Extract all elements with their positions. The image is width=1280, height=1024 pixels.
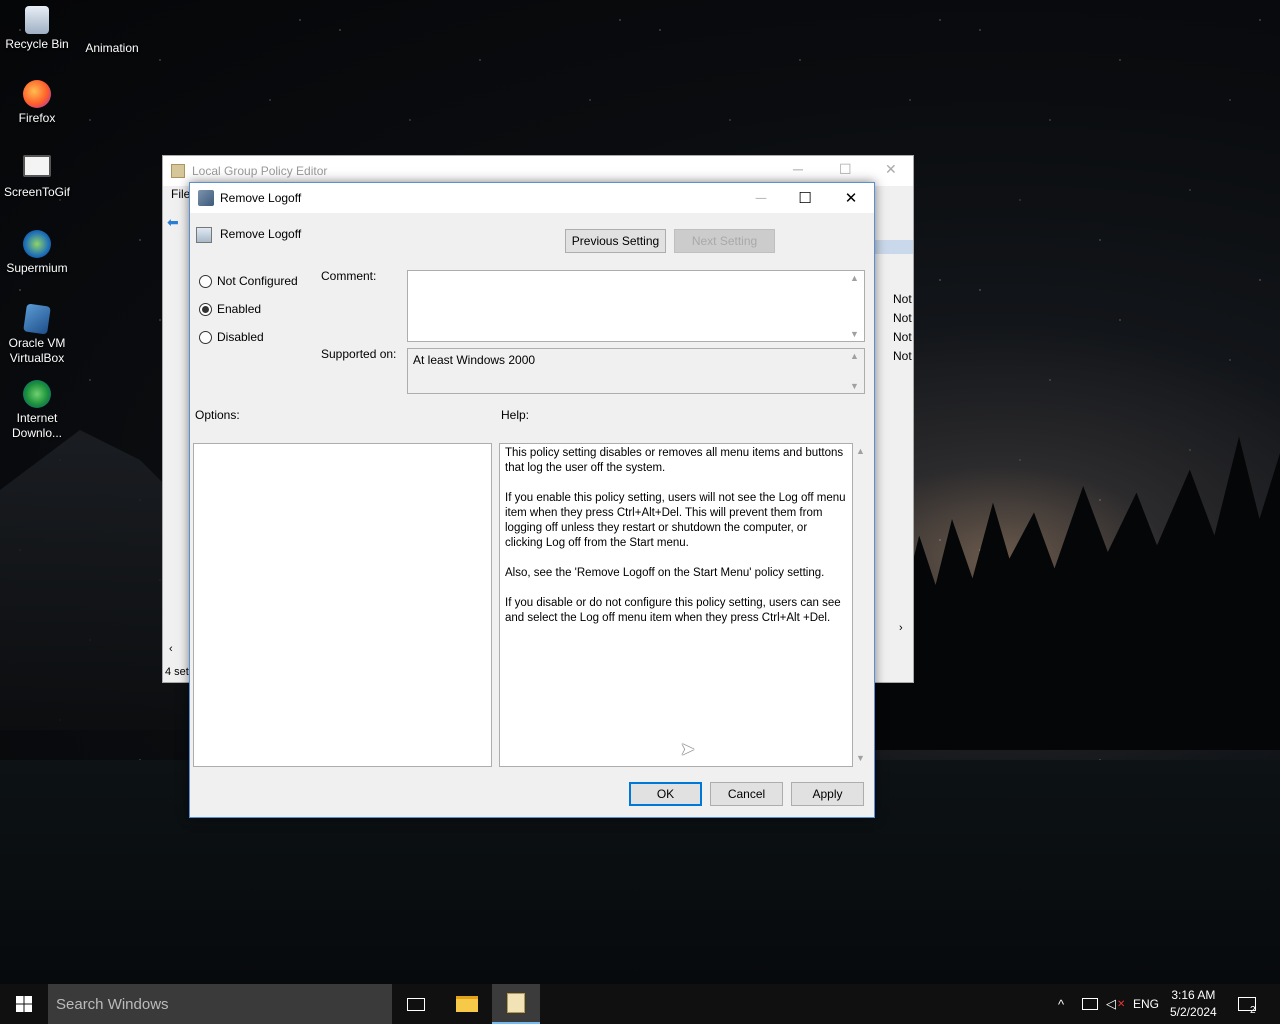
- scroll-down-icon[interactable]: ▼: [850, 329, 862, 339]
- scroll-up-icon[interactable]: ▲: [850, 273, 862, 283]
- folder-icon: [456, 996, 478, 1012]
- clock-date: 5/2/2024: [1170, 1005, 1217, 1019]
- state-cell[interactable]: Not: [893, 347, 912, 366]
- selected-row-highlight: [875, 240, 913, 254]
- help-label: Help:: [501, 408, 530, 422]
- options-panel[interactable]: [193, 443, 492, 767]
- windows-logo-icon: [16, 996, 32, 1012]
- scroll-right-icon[interactable]: ›: [899, 622, 903, 634]
- maximize-icon[interactable]: ☐: [839, 161, 852, 178]
- state-cell[interactable]: Not: [893, 309, 912, 328]
- supported-on-value: At least Windows 2000: [413, 353, 536, 367]
- radio-label: Disabled: [217, 330, 264, 344]
- desktop-icon-label: Supermium: [6, 261, 68, 275]
- dialog-title: Remove Logoff: [220, 191, 302, 205]
- ok-button[interactable]: OK: [629, 782, 702, 806]
- radio-circle-selected: [199, 302, 212, 316]
- file-explorer-taskbar-button[interactable]: [443, 984, 491, 1024]
- recycle-bin-icon: [25, 6, 49, 34]
- back-arrow-icon[interactable]: ⬅: [167, 214, 179, 231]
- close-icon[interactable]: ✕: [885, 161, 897, 178]
- gpedit-state-column: Not Not Not Not: [893, 290, 912, 366]
- supermium-icon: [23, 230, 51, 258]
- gpedit-status-bar: 4 set: [165, 666, 189, 678]
- taskbar-search-box[interactable]: Search Windows: [48, 984, 392, 1024]
- desktop-icon-internet-download-manager[interactable]: Internet Downlo...: [0, 380, 74, 441]
- setting-icon: [196, 227, 212, 243]
- radio-label: Enabled: [217, 302, 262, 316]
- radio-circle: [199, 274, 212, 288]
- state-cell[interactable]: Not: [893, 290, 912, 309]
- options-label: Options:: [195, 408, 240, 422]
- scroll-down-icon[interactable]: ▼: [850, 381, 862, 391]
- help-scroll-down-icon[interactable]: ▼: [856, 753, 865, 763]
- help-text: This policy setting disables or removes …: [505, 447, 846, 624]
- clock[interactable]: 3:16 AM 5/2/2024: [1170, 984, 1217, 1024]
- desktop-icon-label: ScreenToGif: [3, 185, 71, 199]
- maximize-button[interactable]: ☐: [782, 183, 828, 213]
- desktop-icon-virtualbox[interactable]: Oracle VM VirtualBox: [0, 303, 74, 366]
- desktop-icon-label: Internet Downlo...: [11, 411, 63, 440]
- gpedit-app-icon: [171, 164, 185, 178]
- help-scroll-up-icon[interactable]: ▲: [856, 446, 865, 456]
- desktop-icon-label: Oracle VM VirtualBox: [8, 336, 66, 365]
- apply-button[interactable]: Apply: [791, 782, 864, 806]
- radio-enabled[interactable]: Enabled: [199, 302, 261, 316]
- virtualbox-icon: [23, 303, 51, 335]
- gpedit-menu-file[interactable]: File: [171, 187, 190, 201]
- comment-textarea[interactable]: ▲ ▼: [407, 270, 865, 342]
- internet-download-manager-icon: [23, 380, 51, 408]
- language-indicator[interactable]: ENG: [1133, 984, 1159, 1024]
- cancel-button[interactable]: Cancel: [710, 782, 783, 806]
- help-panel[interactable]: This policy setting disables or removes …: [499, 443, 853, 767]
- setting-name: Remove Logoff: [220, 227, 302, 241]
- mouse-cursor-icon: ➤: [680, 739, 696, 759]
- radio-circle: [199, 330, 212, 344]
- network-icon[interactable]: [1082, 984, 1098, 1024]
- scroll-left-icon[interactable]: ‹: [169, 643, 173, 655]
- desktop-icon-label: Recycle Bin: [5, 37, 69, 51]
- taskbar: Search Windows ^ ◁ ✕ ENG 3:16 AM 5/2/2024…: [0, 984, 1280, 1024]
- minimize-button[interactable]: ─: [738, 183, 784, 213]
- supported-on-field: At least Windows 2000 ▲ ▼: [407, 348, 865, 394]
- firefox-icon: [23, 80, 51, 108]
- radio-label: Not Configured: [217, 274, 298, 288]
- task-view-button[interactable]: [392, 984, 440, 1024]
- next-setting-button[interactable]: Next Setting: [674, 229, 775, 253]
- notification-count-badge: 2: [1250, 1004, 1256, 1016]
- desktop-icon-firefox[interactable]: Firefox: [0, 80, 74, 126]
- screentogif-icon: [23, 155, 51, 177]
- action-center-button[interactable]: 2: [1238, 984, 1262, 1024]
- scroll-up-icon[interactable]: ▲: [850, 351, 862, 361]
- minimize-icon[interactable]: ─: [793, 161, 803, 177]
- volume-muted-icon[interactable]: ◁ ✕: [1106, 984, 1125, 1024]
- gpedit-taskbar-button[interactable]: [492, 984, 540, 1024]
- start-button[interactable]: [0, 984, 48, 1024]
- radio-not-configured[interactable]: Not Configured: [199, 274, 298, 288]
- desktop-icon-supermium[interactable]: Supermium: [0, 230, 74, 276]
- task-view-icon: [407, 997, 425, 1011]
- comment-value: [408, 271, 864, 277]
- policy-icon: [198, 190, 214, 206]
- close-button[interactable]: ✕: [828, 183, 874, 213]
- desktop-icon-label: Animation: [85, 41, 139, 55]
- desktop-icon-label: Firefox: [18, 111, 56, 125]
- state-cell[interactable]: Not: [893, 328, 912, 347]
- desktop-icon-screentogif[interactable]: ScreenToGif: [0, 155, 74, 200]
- comment-label: Comment:: [321, 269, 377, 283]
- supported-on-label: Supported on:: [321, 347, 397, 361]
- gpedit-title: Local Group Policy Editor: [192, 164, 328, 178]
- policy-setting-dialog[interactable]: Remove Logoff ─ ☐ ✕ Remove Logoff Previo…: [189, 182, 875, 818]
- show-hidden-icons-chevron-icon[interactable]: ^: [1058, 984, 1064, 1024]
- desktop-icon-recycle-bin[interactable]: Recycle Bin: [0, 6, 74, 52]
- policy-editor-icon: [507, 993, 525, 1013]
- clock-time: 3:16 AM: [1171, 988, 1216, 1002]
- desktop-icon-animation[interactable]: Animation: [75, 6, 149, 56]
- previous-setting-button[interactable]: Previous Setting: [565, 229, 666, 253]
- animation-icon: [96, 6, 128, 38]
- radio-disabled[interactable]: Disabled: [199, 330, 264, 344]
